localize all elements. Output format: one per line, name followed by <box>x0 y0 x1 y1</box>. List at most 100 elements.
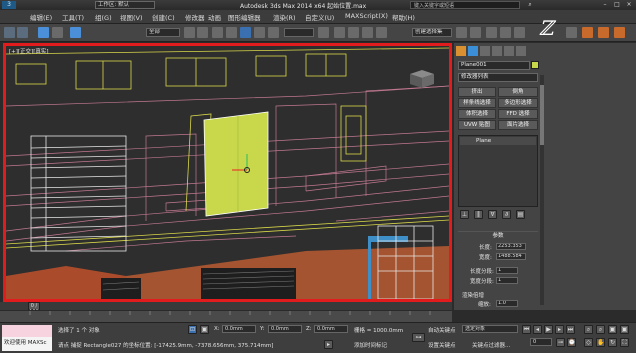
uvw-map-button[interactable]: UVW 贴图 <box>458 120 496 130</box>
rect-select-icon[interactable] <box>212 27 223 38</box>
utilities-tab-icon[interactable] <box>516 46 526 56</box>
display-tab-icon[interactable] <box>504 46 514 56</box>
menu-views[interactable]: 视图(V) <box>120 12 143 22</box>
configure-sets-icon[interactable]: ▤ <box>516 210 525 219</box>
object-name-field[interactable]: Plane001 <box>458 61 530 70</box>
patch-select-button[interactable]: 面片选择 <box>498 120 538 130</box>
auto-key-button[interactable]: 自动关键点 <box>428 326 456 334</box>
set-key-icon[interactable]: ⊶ <box>412 333 425 342</box>
menu-tools[interactable]: 工具(T) <box>62 12 84 22</box>
modifier-stack[interactable]: Plane <box>458 135 538 207</box>
render-frame-icon[interactable] <box>598 27 609 38</box>
show-end-result-icon[interactable]: ‖ <box>474 210 483 219</box>
layer-icon[interactable] <box>486 27 497 38</box>
scale-icon[interactable] <box>268 27 279 38</box>
ffd-select-button[interactable]: FFD 选择 <box>498 109 538 119</box>
material-editor-icon[interactable] <box>566 27 577 38</box>
x-coord-field[interactable]: 0.0mm <box>222 325 256 333</box>
add-time-tag[interactable]: 添加时间标记 <box>354 341 387 349</box>
lock-selection-icon[interactable]: ⊡ <box>188 325 197 334</box>
menu-modifiers[interactable]: 修改器 <box>185 12 205 22</box>
length-field[interactable]: 2253.353 <box>496 243 526 250</box>
track-bar[interactable] <box>0 310 452 322</box>
unlink-icon[interactable] <box>52 27 63 38</box>
menu-animation[interactable]: 动画 <box>208 12 221 22</box>
render-icon[interactable] <box>614 27 625 38</box>
menu-create[interactable]: 创建(C) <box>152 12 175 22</box>
goto-start-icon[interactable]: ⏮ <box>522 325 531 334</box>
time-tag-icon[interactable]: ▸ <box>324 340 333 349</box>
rotate-icon[interactable] <box>254 27 265 38</box>
app-logo-button[interactable]: 3 <box>2 1 16 9</box>
perspective-viewport[interactable]: [+][正交][真实] <box>3 43 452 302</box>
width-segs-field[interactable]: 1 <box>496 277 518 284</box>
vol-select-button[interactable]: 体积选择 <box>458 109 496 119</box>
parameters-rollout-title[interactable]: 参数 <box>458 231 538 239</box>
fov-icon[interactable]: ◇ <box>584 338 593 347</box>
percent-snap-icon[interactable] <box>362 27 373 38</box>
create-tab-icon[interactable] <box>456 46 466 56</box>
time-slider-knob[interactable]: 0 / 100 <box>28 302 40 315</box>
motion-tab-icon[interactable] <box>492 46 502 56</box>
time-config-icon[interactable]: ⌚ <box>567 338 576 347</box>
play-icon[interactable]: ▶ <box>544 325 553 334</box>
zoom-all-icon[interactable]: ⌕ <box>596 325 605 334</box>
goto-end-icon[interactable]: ⏭ <box>566 325 575 334</box>
menu-group[interactable]: 组(G) <box>95 12 112 22</box>
angle-snap-icon[interactable] <box>348 27 359 38</box>
menu-customize[interactable]: 自定义(U) <box>305 12 334 22</box>
zoom-extents-all-icon[interactable]: ▣ <box>620 325 629 334</box>
modifier-list-dropdown[interactable]: 修改器列表 <box>458 73 538 82</box>
modify-tab-icon[interactable] <box>468 46 478 56</box>
maxscript-input[interactable] <box>2 325 52 337</box>
menu-maxscript[interactable]: MAXScript(X) <box>345 12 388 20</box>
select-object-icon[interactable] <box>184 27 195 38</box>
pin-stack-icon[interactable]: ⊥ <box>460 210 469 219</box>
maximize-viewport-icon[interactable]: ⛶ <box>620 338 629 347</box>
pan-icon[interactable]: ✋ <box>596 338 605 347</box>
snap-icon[interactable] <box>334 27 345 38</box>
render-setup-icon[interactable] <box>582 27 593 38</box>
close-icon[interactable]: × <box>624 1 634 9</box>
move-icon[interactable] <box>240 27 251 38</box>
redo-icon[interactable] <box>17 27 28 38</box>
search-icon[interactable]: ⌕ <box>525 1 535 9</box>
zoom-extents-icon[interactable]: ▣ <box>608 325 617 334</box>
make-unique-icon[interactable]: ∀ <box>488 210 497 219</box>
named-selection-dropdown[interactable]: 创建选择集 <box>412 28 452 37</box>
next-frame-icon[interactable]: ▸ <box>555 325 564 334</box>
minimize-icon[interactable]: – <box>600 1 610 9</box>
bind-spacewarp-icon[interactable] <box>70 27 81 38</box>
reference-coord-dropdown[interactable] <box>284 28 314 37</box>
current-frame-field[interactable]: 0 <box>530 338 552 346</box>
spinner-snap-icon[interactable] <box>376 27 387 38</box>
pivot-icon[interactable] <box>318 27 329 38</box>
set-key-button[interactable]: 设置关键点 <box>428 341 456 349</box>
scale-field[interactable]: 1.0 <box>496 300 518 307</box>
z-coord-field[interactable]: 0.0mm <box>314 325 348 333</box>
remove-modifier-icon[interactable]: ∂ <box>502 210 511 219</box>
search-input[interactable]: 键入关键字或短语 <box>410 1 520 9</box>
bevel-button[interactable]: 倒角 <box>498 87 538 97</box>
object-color-swatch[interactable] <box>531 61 539 69</box>
curve-editor-icon[interactable] <box>500 27 511 38</box>
width-field[interactable]: 1488.584 <box>496 253 526 260</box>
menu-graph-editors[interactable]: 图形编辑器 <box>228 12 261 22</box>
absolute-mode-icon[interactable]: ▣ <box>200 325 209 334</box>
prev-frame-icon[interactable]: ◂ <box>533 325 542 334</box>
workspace-dropdown[interactable]: 工作区: 默认 <box>95 1 155 9</box>
mirror-icon[interactable] <box>456 27 467 38</box>
menu-rendering[interactable]: 渲染(R) <box>273 12 296 22</box>
schematic-icon[interactable] <box>514 27 525 38</box>
window-crossing-icon[interactable] <box>226 27 237 38</box>
maximize-icon[interactable]: □ <box>612 1 622 9</box>
y-coord-field[interactable]: 0.0mm <box>268 325 302 333</box>
key-mode-icon[interactable]: ⊸ <box>556 338 565 347</box>
key-filters-button[interactable]: 关键点过滤器... <box>472 341 510 349</box>
undo-icon[interactable] <box>4 27 15 38</box>
extrude-button[interactable]: 挤出 <box>458 87 496 97</box>
poly-select-button[interactable]: 多边形选择 <box>498 98 538 108</box>
command-panel-scrollbar[interactable] <box>540 75 544 305</box>
select-by-name-icon[interactable] <box>197 27 208 38</box>
time-slider[interactable]: 0 / 100 <box>0 302 452 315</box>
